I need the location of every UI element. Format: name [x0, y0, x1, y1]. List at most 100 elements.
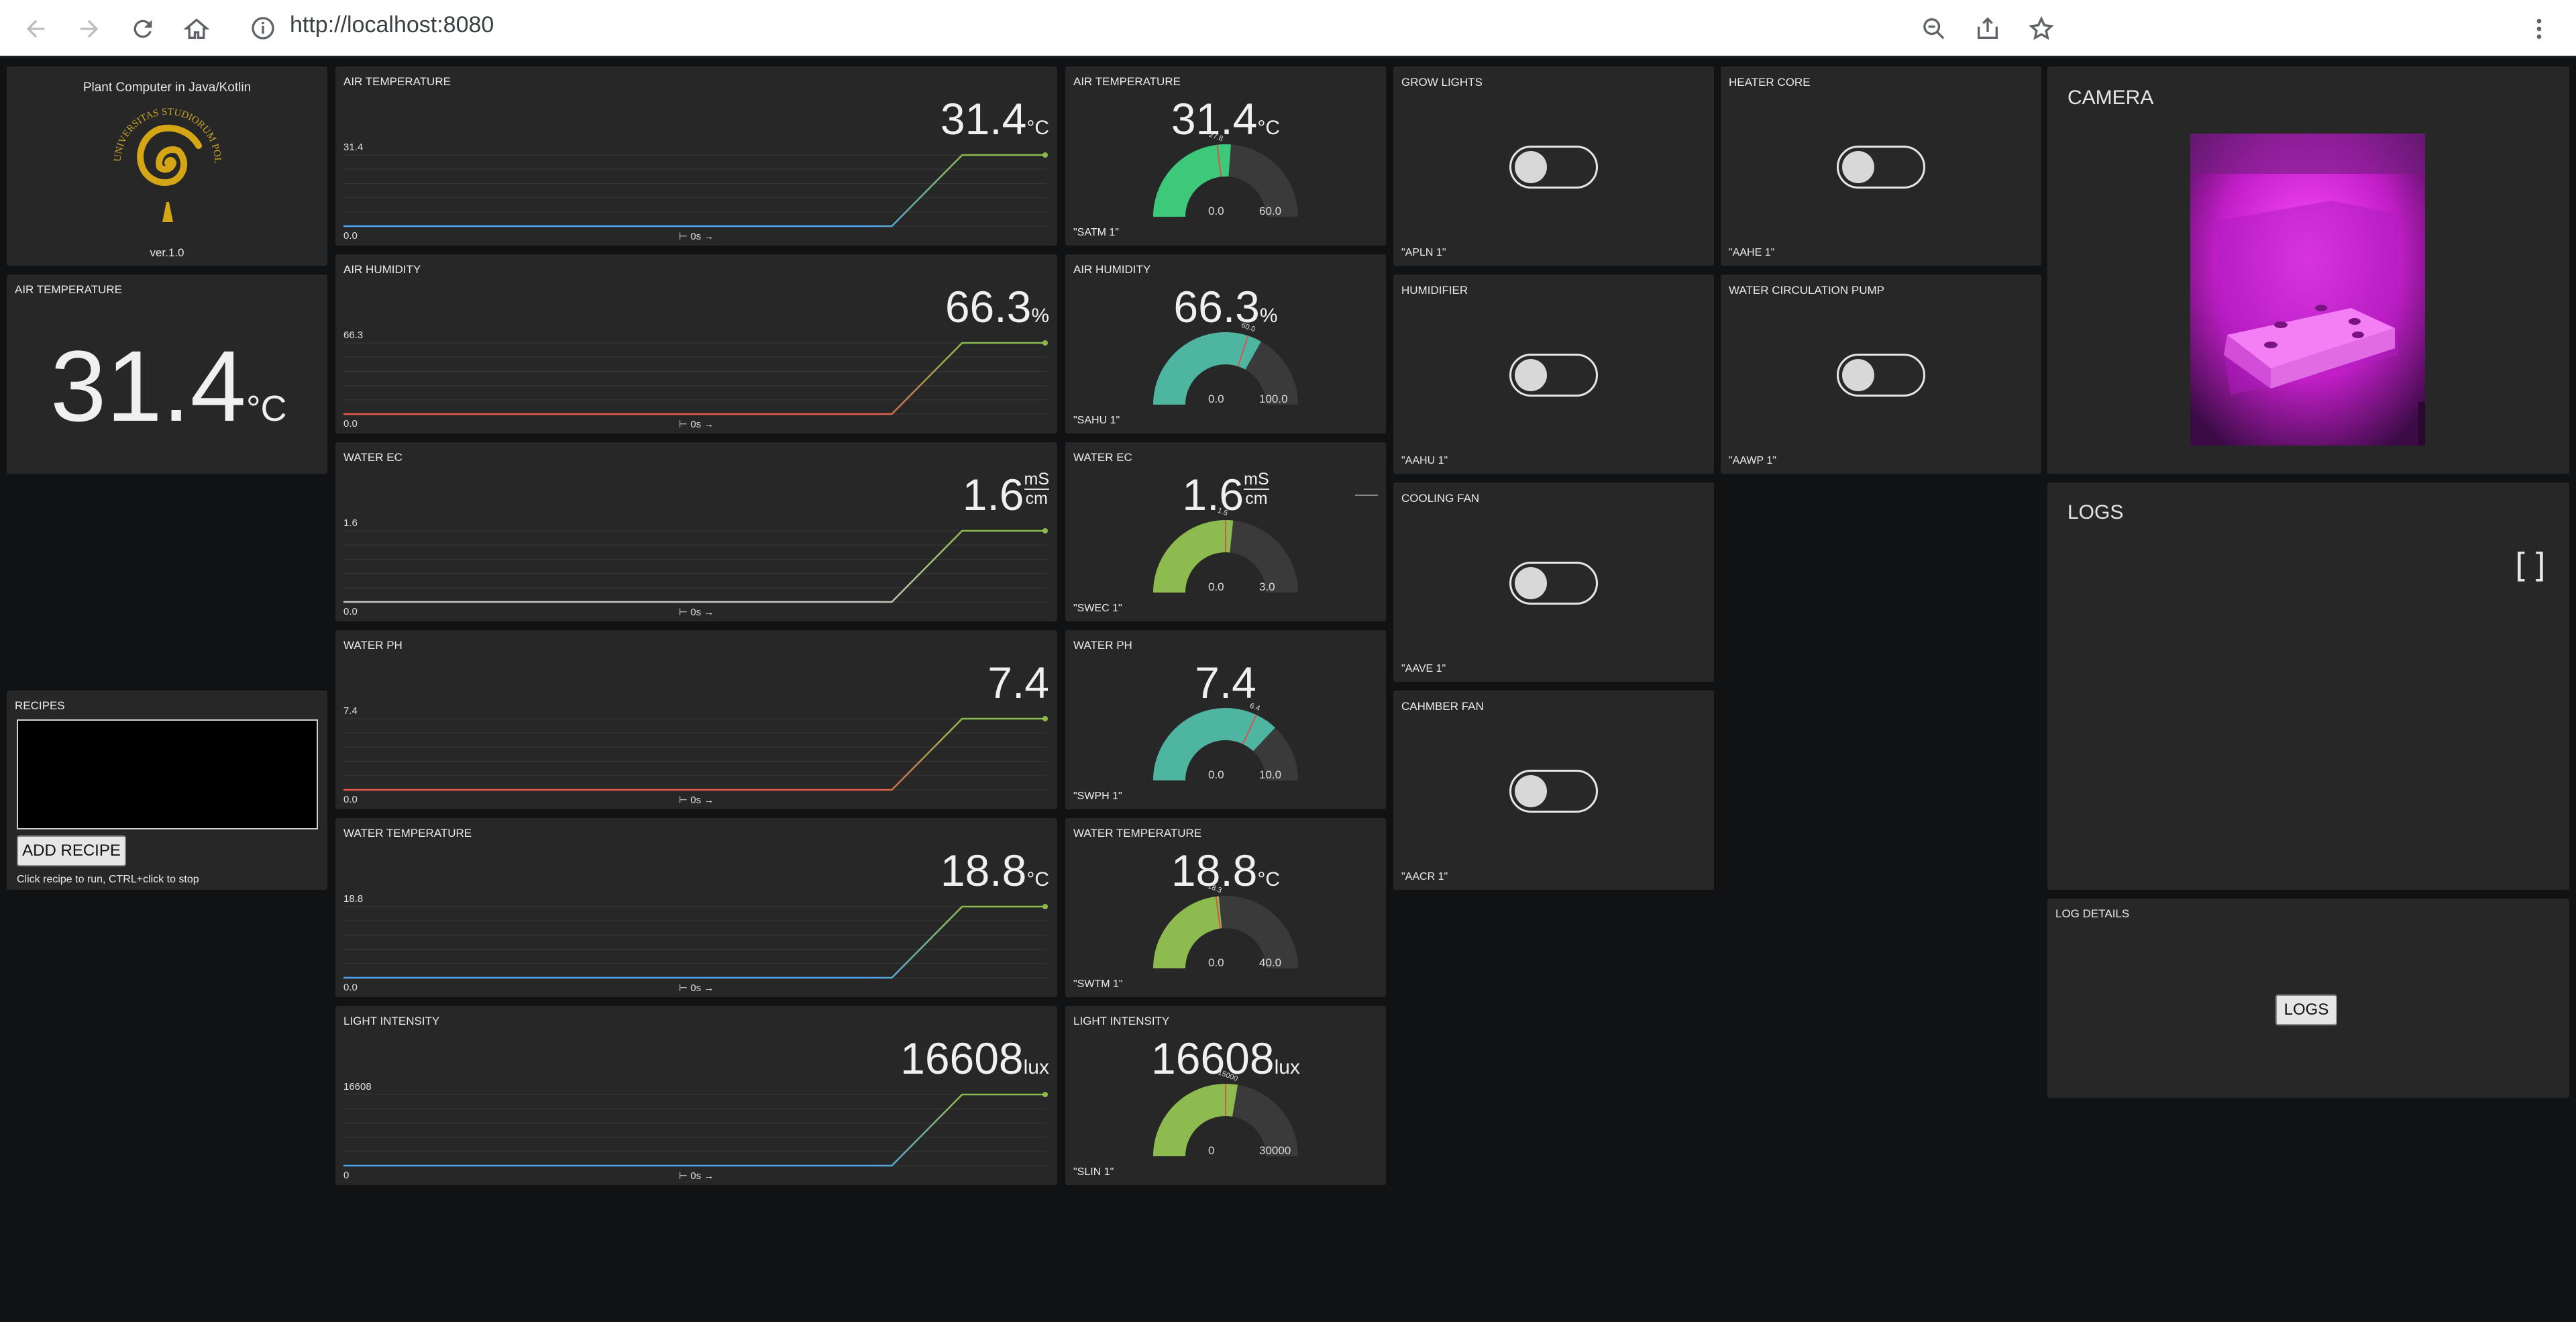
gauge-min-label: 0.0	[1208, 205, 1224, 217]
topic-label: "SATM 1"	[1073, 227, 1119, 238]
toggle-switch[interactable]	[1509, 562, 1598, 605]
gauge-max-label: 10.0	[1259, 768, 1282, 781]
site-info-icon[interactable]	[250, 15, 276, 42]
share-icon[interactable]	[1972, 13, 2003, 44]
toggle-knob	[1842, 359, 1874, 391]
gauge-min-label: 0.0	[1208, 768, 1224, 781]
menu-icon[interactable]	[2524, 13, 2555, 44]
topic-label: "AAHU 1"	[1401, 455, 1448, 466]
series-line	[343, 154, 1046, 227]
home-icon[interactable]	[181, 13, 212, 44]
data-point	[1042, 152, 1048, 158]
gauge-max-label: 40.0	[1259, 956, 1282, 969]
toggle-knob	[1515, 567, 1547, 599]
gauge-max-label: 30000	[1259, 1144, 1291, 1157]
add-recipe-button[interactable]: ADD RECIPE	[17, 835, 126, 866]
big-value-unit: °C	[246, 389, 287, 429]
panel-title: COOLING FAN	[1401, 492, 1480, 505]
air-temp-big-panel: AIR TEMPERATURE 31.4°C	[7, 274, 327, 474]
toggle-knob	[1515, 151, 1547, 183]
dashboard: Plant Computer in Java/Kotlin UNIVERSITA…	[0, 60, 2576, 1322]
browser-toolbar: http://localhost:8080	[0, 0, 2576, 58]
switch-panel: COOLING FAN "AAVE 1"	[1393, 482, 1714, 682]
recipes-panel: RECIPES ADD RECIPE Click recipe to run, …	[7, 691, 327, 890]
topic-label: "AAWP 1"	[1729, 455, 1776, 466]
camera-panel: CAMERA	[2047, 66, 2569, 474]
topic-label: "SWTM 1"	[1073, 978, 1123, 990]
panel-title: RECIPES	[15, 699, 65, 712]
gauge-panel: WATER EC 1.6 mS cm 1.5 0.0 3.0 "SWEC 1"	[1065, 442, 1386, 621]
switch-panel: HEATER CORE "AAHE 1"	[1721, 66, 2041, 266]
toggle-switch[interactable]	[1837, 354, 1925, 397]
gauge-dial	[1153, 1084, 1298, 1156]
address-bar[interactable]: http://localhost:8080	[290, 12, 494, 38]
data-point	[1042, 340, 1048, 346]
header-panel: Plant Computer in Java/Kotlin UNIVERSITA…	[7, 66, 327, 266]
series-line	[343, 342, 1046, 415]
panel-title: LOGS	[2068, 501, 2124, 523]
line-chart	[343, 716, 1048, 791]
gauge-max-label: 60.0	[1259, 205, 1282, 217]
topic-label: "APLN 1"	[1401, 247, 1446, 258]
big-value-number: 31.4	[50, 329, 246, 442]
panel-title: AIR TEMPERATURE	[15, 283, 122, 296]
gauge-min-label: 0.0	[1208, 580, 1224, 593]
gauge-min-label: 0.0	[1208, 393, 1224, 405]
data-point	[1042, 528, 1048, 533]
gauge-panel: LIGHT INTENSITY 16608lux 15000 0 30000 "SLIN …	[1065, 1006, 1386, 1185]
logs-panel: LOGS []	[2047, 482, 2569, 890]
toggle-switch[interactable]	[1509, 354, 1598, 397]
recipe-hint: Click recipe to run, CTRL+click to stop	[17, 874, 199, 885]
series-line	[343, 529, 1046, 603]
topic-label: "AAHE 1"	[1729, 247, 1775, 258]
toggle-switch[interactable]	[1509, 770, 1598, 813]
recipe-list[interactable]	[17, 719, 318, 829]
zoom-icon[interactable]	[1919, 13, 1949, 44]
panel-title: HUMIDIFIER	[1401, 284, 1468, 297]
log-details-panel: LOG DETAILS LOGS	[2047, 899, 2569, 1098]
logs-button[interactable]: LOGS	[2275, 995, 2337, 1025]
series-line	[343, 1093, 1046, 1167]
gauge-dial	[1153, 896, 1298, 968]
gauge-panel: WATER PH 7.4 6.4 0.0 10.0 "SWPH 1"	[1065, 630, 1386, 809]
line-chart-panel: LIGHT INTENSITY 16608lux 16608 0 ⊢ 0s →	[335, 1006, 1057, 1185]
line-chart	[343, 152, 1048, 227]
series-line	[343, 905, 1046, 979]
gauge-dial	[1153, 144, 1298, 217]
back-arrow-icon[interactable]	[20, 13, 51, 44]
gauge-dial	[1153, 708, 1298, 780]
logs-content: []	[2510, 546, 2551, 585]
switch-panel: WATER CIRCULATION PUMP "AAWP 1"	[1721, 274, 2041, 474]
topic-label: "SLIN 1"	[1073, 1166, 1114, 1178]
toggle-switch[interactable]	[1837, 146, 1925, 189]
panel-title: GROW LIGHTS	[1401, 76, 1483, 89]
big-value: 31.4°C	[50, 328, 287, 444]
camera-image[interactable]	[2190, 134, 2425, 446]
topic-label: "AAVE 1"	[1401, 663, 1446, 674]
topic-label: "SWEC 1"	[1073, 603, 1122, 614]
panel-title: HEATER CORE	[1729, 76, 1811, 89]
topic-label: "SWPH 1"	[1073, 791, 1122, 802]
data-point	[1042, 1092, 1048, 1097]
panel-title: LOG DETAILS	[2055, 907, 2130, 920]
data-point	[1042, 904, 1048, 909]
app-title: Plant Computer in Java/Kotlin	[83, 81, 252, 95]
bookmark-star-icon[interactable]	[2026, 13, 2057, 44]
topic-label: "AACR 1"	[1401, 871, 1448, 882]
switch-panel: CAHMBER FAN "AACR 1"	[1393, 691, 1714, 890]
toggle-knob	[1842, 151, 1874, 183]
forward-arrow-icon[interactable]	[74, 13, 105, 44]
topic-label: "SAHU 1"	[1073, 415, 1120, 426]
series-line	[343, 717, 1046, 791]
switch-panel: GROW LIGHTS "APLN 1"	[1393, 66, 1714, 266]
line-chart	[343, 528, 1048, 603]
toggle-switch[interactable]	[1509, 146, 1598, 189]
reload-icon[interactable]	[127, 13, 158, 44]
line-chart-panel: AIR HUMIDITY 66.3% 66.3 0.0 ⊢ 0s →	[335, 254, 1057, 434]
gauge-panel: AIR HUMIDITY 66.3% 60.0 0.0 100.0 "SAHU 1"	[1065, 254, 1386, 434]
gauge-min-label: 0.0	[1208, 956, 1224, 969]
dash-mark	[1355, 495, 1378, 496]
panel-title: WATER CIRCULATION PUMP	[1729, 284, 1885, 297]
gauge-dial	[1153, 519, 1298, 593]
panel-title: CAMERA	[2068, 87, 2154, 109]
